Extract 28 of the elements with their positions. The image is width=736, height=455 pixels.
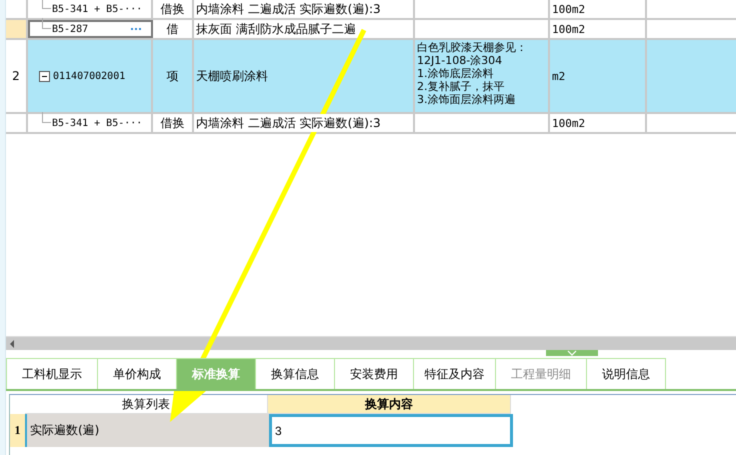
tab[interactable]: 工料机显示 [6,358,98,389]
item-unit: 100m2 [550,20,647,38]
item-code: B5-341 + B5-··· [52,4,142,14]
item-name: 天棚喷刷涂料 [194,40,415,112]
scroll-left-icon[interactable] [10,340,14,348]
item-type: 借换 [153,0,194,18]
item-unit: 100m2 [550,0,647,18]
item-type: 项 [153,40,194,112]
column-header: 换算内容 [268,395,511,414]
item-name: 抹灰面 满刮防水成品腻子二遍 [194,20,415,38]
item-unit: m2 [550,40,647,112]
item-name: 内墙涂料 二遍成活 实际遍数(遍):3 [194,0,415,18]
value-field[interactable]: 3 [269,414,513,447]
item-code: B5-341 + B5-··· [52,118,142,128]
item-code: 011407002001 [53,70,126,82]
conversion-name: 实际遍数(遍) [27,414,269,447]
item-code: B5-287 [52,24,88,34]
splitter-handle[interactable] [546,350,598,356]
tab[interactable]: 单价构成 [97,358,177,389]
item-name: 内墙涂料 二遍成活 实际遍数(遍):3 [194,114,415,132]
item-type: 借 [153,20,194,38]
tab[interactable]: 说明信息 [586,358,666,389]
horizontal-scrollbar[interactable] [6,336,736,350]
item-unit: 100m2 [550,114,647,132]
row-number: 1 [10,414,27,447]
item-features: 白色乳胶漆天棚参见： 12J1-108-涂304 1.涂饰底层涂料 2.复补腻子，抹平 3.涂饰面层涂料两遍 [417,40,527,106]
row-number: 2 [6,40,28,112]
collapse-icon[interactable] [39,70,50,82]
